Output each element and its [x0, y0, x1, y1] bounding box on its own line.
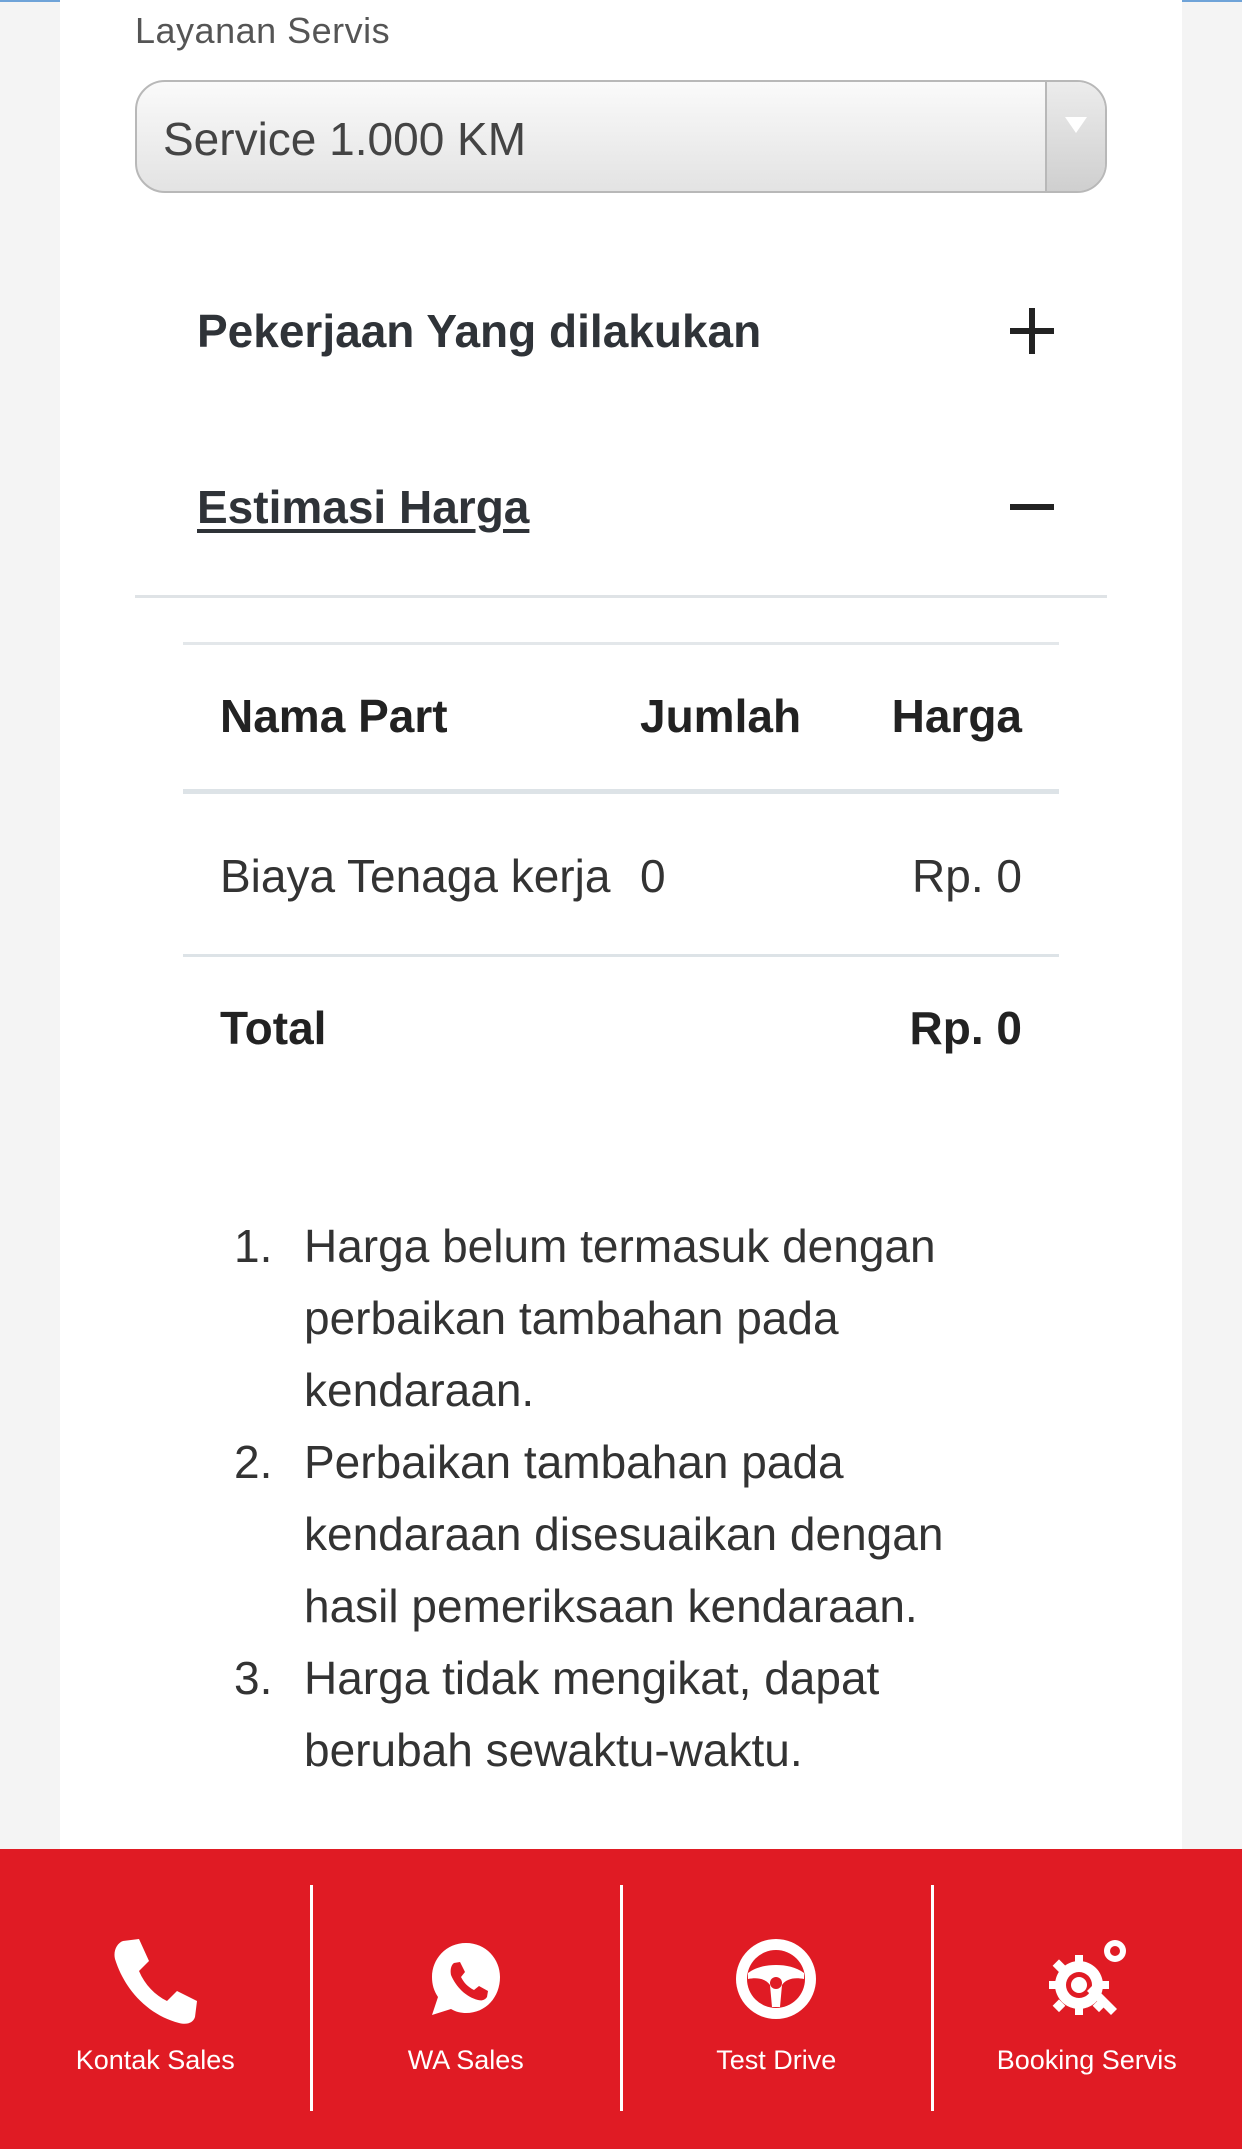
- chevron-down-icon[interactable]: [1045, 82, 1105, 191]
- cell-qty: 0: [640, 850, 666, 902]
- minus-icon[interactable]: [1010, 484, 1056, 530]
- accordion-estimate-header[interactable]: Estimasi Harga: [135, 458, 1107, 558]
- service-select-value: Service 1.000 KM: [163, 113, 527, 165]
- accordion-work-title: Pekerjaan Yang dilakukan: [197, 305, 762, 357]
- nav-wa-sales[interactable]: WA Sales: [309, 1849, 622, 2149]
- price-table: Nama Part Jumlah Harga Biaya Tenaga kerj…: [183, 642, 1059, 1099]
- accordion-estimate-title: Estimasi Harga: [197, 481, 530, 533]
- table-header-row: Nama Part Jumlah Harga: [183, 643, 1059, 792]
- column-header-qty: Jumlah: [640, 690, 802, 742]
- steering-wheel-icon: [736, 1939, 817, 2019]
- note-item: Harga belum termasuk dengan perbaikan ta…: [234, 1210, 936, 1416]
- nav-label: WA Sales: [407, 2045, 524, 2075]
- nav-label: Booking Servis: [996, 2045, 1177, 2075]
- price-notes-list: Harga belum termasuk dengan perbaikan ta…: [230, 1210, 1020, 1786]
- note-item: Perbaikan tambahan pada kendaraan disesu…: [234, 1426, 944, 1632]
- accordion-divider: [135, 595, 1107, 598]
- nav-test-drive[interactable]: Test Drive: [620, 1849, 932, 2149]
- service-field-label: Layanan Servis: [135, 10, 391, 51]
- nav-label: Kontak Sales: [75, 2045, 235, 2075]
- whatsapp-icon: [431, 1943, 500, 2015]
- service-gear-icon: [1048, 1940, 1126, 2015]
- service-select[interactable]: Service 1.000 KM: [135, 80, 1107, 193]
- total-value: Rp. 0: [909, 1002, 1022, 1054]
- total-label: Total: [220, 1002, 327, 1054]
- plus-icon[interactable]: [1010, 308, 1056, 354]
- accordion-work-header[interactable]: Pekerjaan Yang dilakukan: [135, 282, 1107, 382]
- table-row: Biaya Tenaga kerja 0 Rp. 0: [183, 792, 1059, 956]
- nav-kontak-sales[interactable]: Kontak Sales: [0, 1849, 311, 2149]
- cell-price: Rp. 0: [912, 850, 1022, 902]
- nav-booking-servis[interactable]: Booking Servis: [930, 1849, 1242, 2149]
- cell-part-name: Biaya Tenaga kerja: [220, 850, 611, 902]
- total-spacer: [640, 956, 840, 1100]
- note-item: Harga tidak mengikat, dapat berubah sewa…: [234, 1642, 880, 1776]
- column-header-price: Harga: [891, 690, 1022, 742]
- nav-label: Test Drive: [716, 2045, 837, 2075]
- phone-icon: [114, 1939, 198, 2024]
- bottom-action-bar: Kontak Sales WA Sales Test Drive Booking…: [0, 1849, 1242, 2149]
- column-header-part: Nama Part: [220, 690, 448, 742]
- total-row: Total Rp. 0: [183, 956, 1059, 1100]
